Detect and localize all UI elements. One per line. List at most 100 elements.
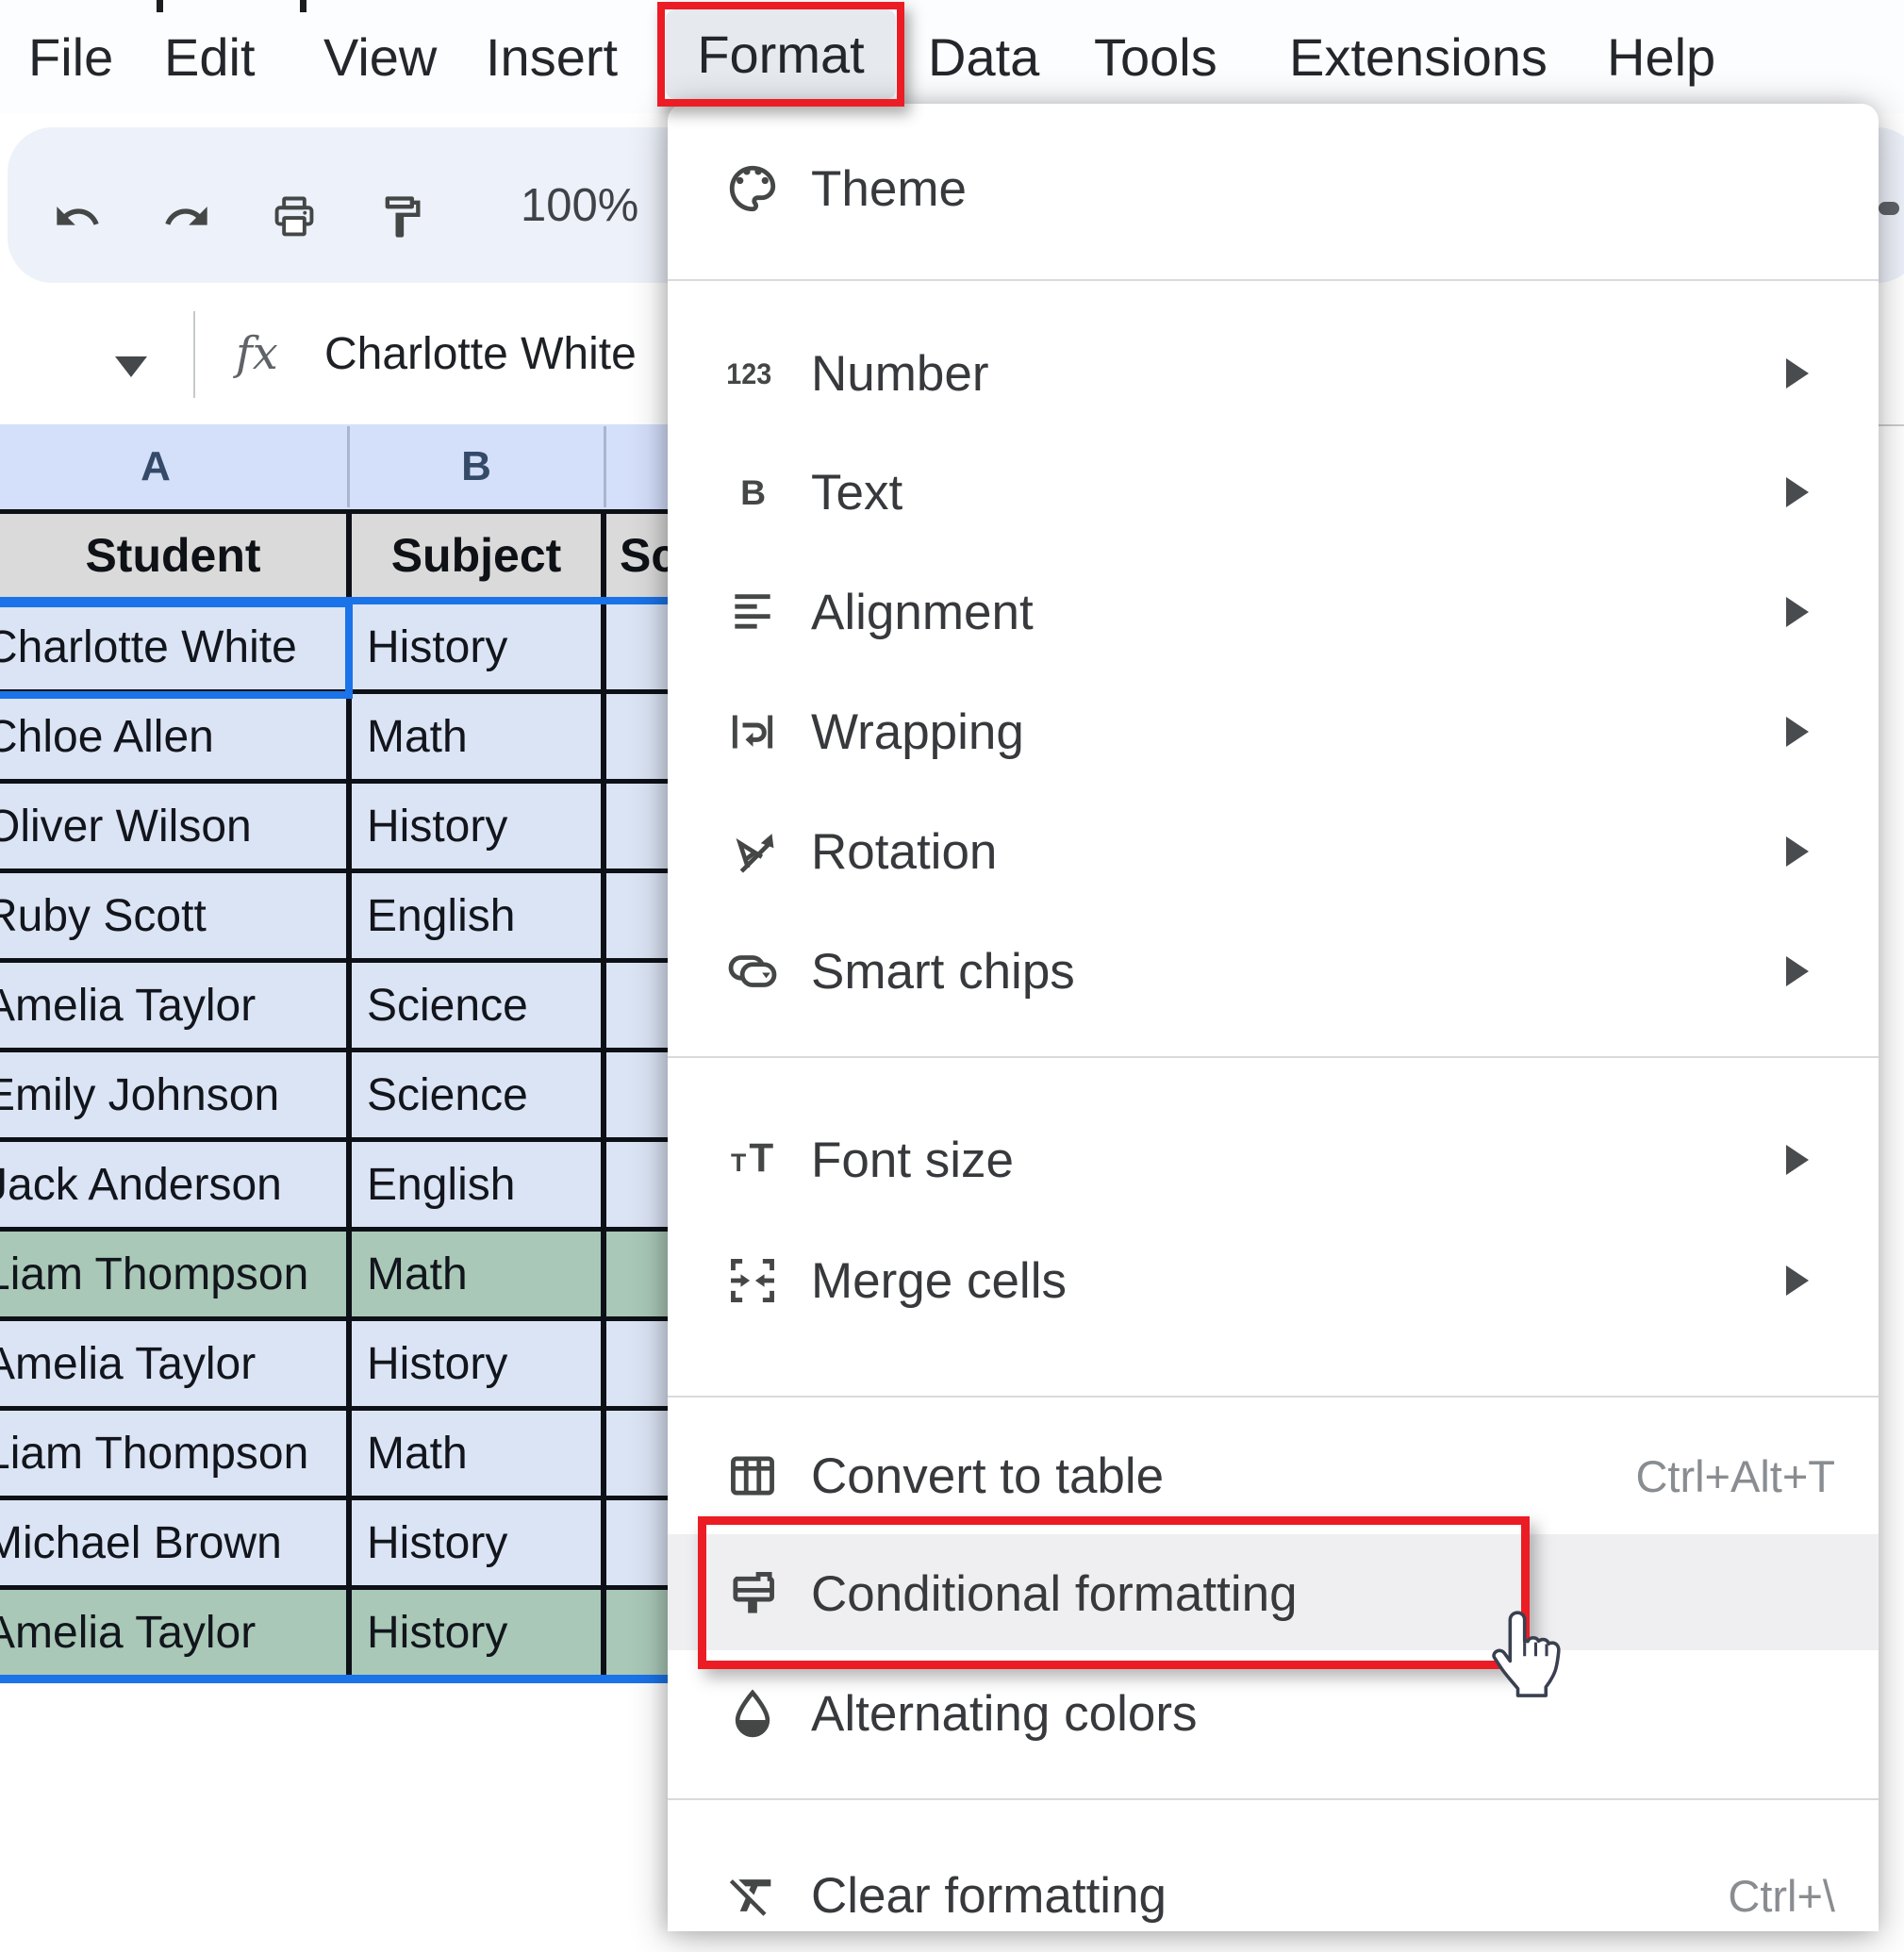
cell-subject[interactable]: Science (367, 963, 528, 1048)
palette-icon (715, 132, 790, 245)
cell-value: English (367, 890, 516, 941)
menu-item-label: Text (811, 464, 903, 521)
menu-item-number[interactable]: 123 Number (668, 317, 1879, 430)
menu-data[interactable]: Data (928, 0, 1039, 113)
menu-item-text[interactable]: B Text (668, 436, 1879, 549)
menu-item-merge-cells[interactable]: Merge cells (668, 1224, 1879, 1337)
rotation-icon (715, 795, 790, 908)
cell-student[interactable]: Amelia Taylor (0, 1321, 346, 1406)
table-row-highlighted[interactable]: Amelia Taylor History (0, 1590, 668, 1675)
menu-item-rotation[interactable]: Rotation (668, 795, 1879, 908)
cell-value: Michael Brown (0, 1517, 282, 1568)
menu-item-label: Alternating colors (811, 1685, 1198, 1742)
cell-student[interactable]: Chloe Allen (0, 694, 346, 779)
cell-subject[interactable]: English (367, 1142, 515, 1227)
table-row-highlighted[interactable]: Liam Thompson Math (0, 1232, 668, 1321)
menu-tools[interactable]: Tools (1094, 0, 1217, 113)
menu-item-shortcut: Ctrl+Alt+T (1635, 1450, 1835, 1501)
menu-item-font-size[interactable]: T T Font size (668, 1103, 1879, 1216)
undo-icon[interactable] (53, 192, 102, 241)
menu-data-label: Data (928, 26, 1040, 87)
cell-value: History (367, 621, 508, 672)
menu-insert[interactable]: Insert (486, 0, 618, 113)
menu-view-label: View (323, 26, 438, 87)
formula-bar-divider (193, 311, 195, 398)
smart-chips-icon (715, 915, 790, 1028)
cell-subject[interactable]: Math (367, 1232, 468, 1316)
cell-student[interactable]: Michael Brown (0, 1500, 346, 1585)
menu-extensions[interactable]: Extensions (1289, 0, 1548, 113)
column-header-a[interactable]: A (0, 424, 311, 509)
column-strip-divider (604, 426, 606, 507)
menu-view[interactable]: View (323, 0, 437, 113)
svg-text:T: T (731, 1149, 746, 1177)
cell-value: Math (367, 1249, 468, 1299)
menu-item-wrapping[interactable]: Wrapping (668, 675, 1879, 788)
table-row[interactable]: Oliver Wilson History (0, 784, 668, 873)
table-row[interactable]: Ruby Scott English (0, 873, 668, 963)
column-a-label: A (141, 443, 171, 489)
hand-pointer-cursor (1488, 1606, 1565, 1704)
menu-edit-label: Edit (164, 26, 256, 87)
menu-item-smart-chips[interactable]: Smart chips (668, 915, 1879, 1028)
menu-item-theme[interactable]: Theme (668, 132, 1879, 245)
toolbar-overflow-icon (1879, 202, 1899, 215)
submenu-arrow-icon (1786, 717, 1809, 747)
cell-student[interactable]: Liam Thompson (0, 1232, 346, 1316)
clear-format-icon (715, 1839, 790, 1952)
column-header-b[interactable]: B (352, 424, 601, 509)
cell-subject[interactable]: Math (367, 1411, 468, 1496)
menu-file[interactable]: File (28, 0, 113, 113)
alignment-icon (715, 555, 790, 669)
droplet-icon (715, 1657, 790, 1770)
menu-item-alternating-colors[interactable]: Alternating colors (668, 1657, 1879, 1770)
table-row[interactable]: Amelia Taylor History (0, 1321, 668, 1411)
redo-icon[interactable] (162, 192, 211, 241)
cell-student[interactable]: Oliver Wilson (0, 784, 346, 868)
table-top-border (0, 509, 668, 514)
submenu-arrow-icon (1786, 1265, 1809, 1296)
submenu-arrow-icon (1786, 836, 1809, 867)
cell-value: Ruby Scott (0, 890, 207, 941)
cell-subject[interactable]: History (367, 1500, 507, 1585)
cell-subject[interactable]: Math (367, 694, 468, 779)
cell-subject[interactable]: History (367, 1590, 507, 1675)
title-fragment (157, 0, 163, 12)
table-row[interactable]: Jack Anderson English (0, 1142, 668, 1232)
menu-item-alignment[interactable]: Alignment (668, 555, 1879, 669)
table-row[interactable]: Liam Thompson Math (0, 1411, 668, 1500)
menu-item-convert-to-table[interactable]: Convert to table Ctrl+Alt+T (668, 1419, 1879, 1532)
menu-edit[interactable]: Edit (164, 0, 256, 113)
menu-item-label: Convert to table (811, 1447, 1165, 1504)
cell-student[interactable]: Amelia Taylor (0, 1590, 346, 1675)
table-row[interactable]: Michael Brown History (0, 1500, 668, 1590)
paint-format-icon[interactable] (377, 192, 426, 241)
print-icon[interactable] (270, 192, 319, 241)
cell-subject[interactable]: English (367, 873, 515, 958)
menu-insert-label: Insert (486, 26, 619, 87)
menu-tools-label: Tools (1094, 26, 1217, 87)
cell-student[interactable]: Ruby Scott (0, 873, 346, 958)
formula-bar-input[interactable]: Charlotte White (324, 283, 637, 424)
cell-student[interactable]: Jack Anderson (0, 1142, 346, 1227)
cell-value: Math (367, 711, 468, 762)
cell-subject[interactable]: History (367, 1321, 507, 1406)
header-cell-subject[interactable]: Subject (352, 514, 601, 597)
table-row[interactable]: Emily Johnson Science (0, 1052, 668, 1142)
header-cell-student[interactable]: Student (0, 514, 346, 597)
menu-item-clear-formatting[interactable]: Clear formatting Ctrl+\ (668, 1839, 1879, 1952)
table-row[interactable]: Amelia Taylor Science (0, 963, 668, 1052)
submenu-arrow-icon (1786, 358, 1809, 389)
cell-student[interactable]: Liam Thompson (0, 1411, 346, 1496)
name-box-caret-icon[interactable] (115, 356, 147, 377)
cell-subject[interactable]: History (367, 604, 507, 689)
table-row[interactable]: Chloe Allen Math (0, 694, 668, 784)
cell-student[interactable]: Amelia Taylor (0, 963, 346, 1048)
zoom-level-control[interactable]: 100% (521, 127, 638, 283)
cell-student[interactable]: Emily Johnson (0, 1052, 346, 1137)
cell-subject[interactable]: History (367, 784, 507, 868)
zoom-level-value: 100% (521, 179, 639, 231)
menu-help[interactable]: Help (1607, 0, 1715, 113)
svg-text:123: 123 (726, 358, 771, 390)
cell-subject[interactable]: Science (367, 1052, 528, 1137)
